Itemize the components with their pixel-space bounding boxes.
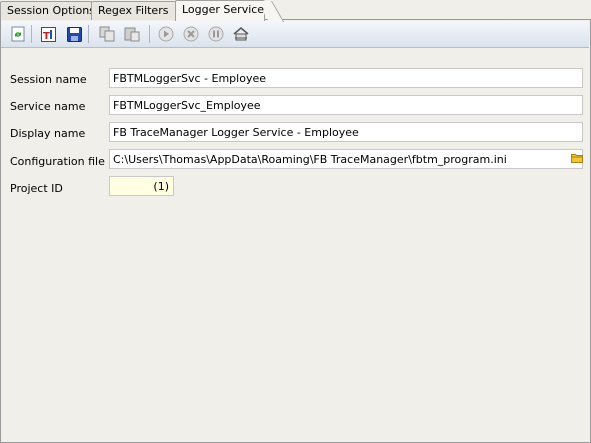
folder-icon[interactable] bbox=[571, 153, 583, 163]
text-icon[interactable]: T bbox=[39, 25, 57, 43]
session-name-field[interactable]: FBTMLoggerSvc - Employee bbox=[109, 68, 583, 88]
save-icon[interactable] bbox=[65, 25, 83, 43]
toolbar: T bbox=[1, 21, 589, 48]
copy-icon[interactable] bbox=[98, 25, 116, 43]
tab-strip: Session Options Regex Filters Logger Ser… bbox=[0, 0, 591, 21]
project-id-field[interactable]: (1) bbox=[109, 176, 174, 196]
refresh-icon[interactable] bbox=[9, 25, 27, 43]
project-id-label: Project ID bbox=[10, 182, 63, 195]
display-name-label: Display name bbox=[10, 127, 86, 140]
service-name-field[interactable]: FBTMLoggerSvc_Employee bbox=[109, 95, 583, 115]
tab-logger-service-label: Logger Service bbox=[182, 3, 265, 16]
pause-icon[interactable] bbox=[207, 25, 225, 43]
configuration-file-field[interactable]: C:\Users\Thomas\AppData\Roaming\FB Trace… bbox=[109, 149, 583, 169]
stop-icon[interactable] bbox=[182, 25, 200, 43]
play-icon[interactable] bbox=[157, 25, 175, 43]
session-name-label: Session name bbox=[10, 73, 87, 86]
tab-session-options[interactable]: Session Options bbox=[0, 1, 95, 20]
paste-icon[interactable] bbox=[123, 25, 141, 43]
tab-regex-filters[interactable]: Regex Filters bbox=[91, 1, 177, 20]
service-icon[interactable] bbox=[232, 25, 250, 43]
svg-text:T: T bbox=[43, 31, 50, 42]
configuration-file-label: Configuration file bbox=[10, 155, 105, 168]
tab-logger-service[interactable]: Logger Service bbox=[175, 0, 265, 21]
display-name-field[interactable]: FB TraceManager Logger Service - Employe… bbox=[109, 122, 583, 142]
service-name-label: Service name bbox=[10, 100, 86, 113]
